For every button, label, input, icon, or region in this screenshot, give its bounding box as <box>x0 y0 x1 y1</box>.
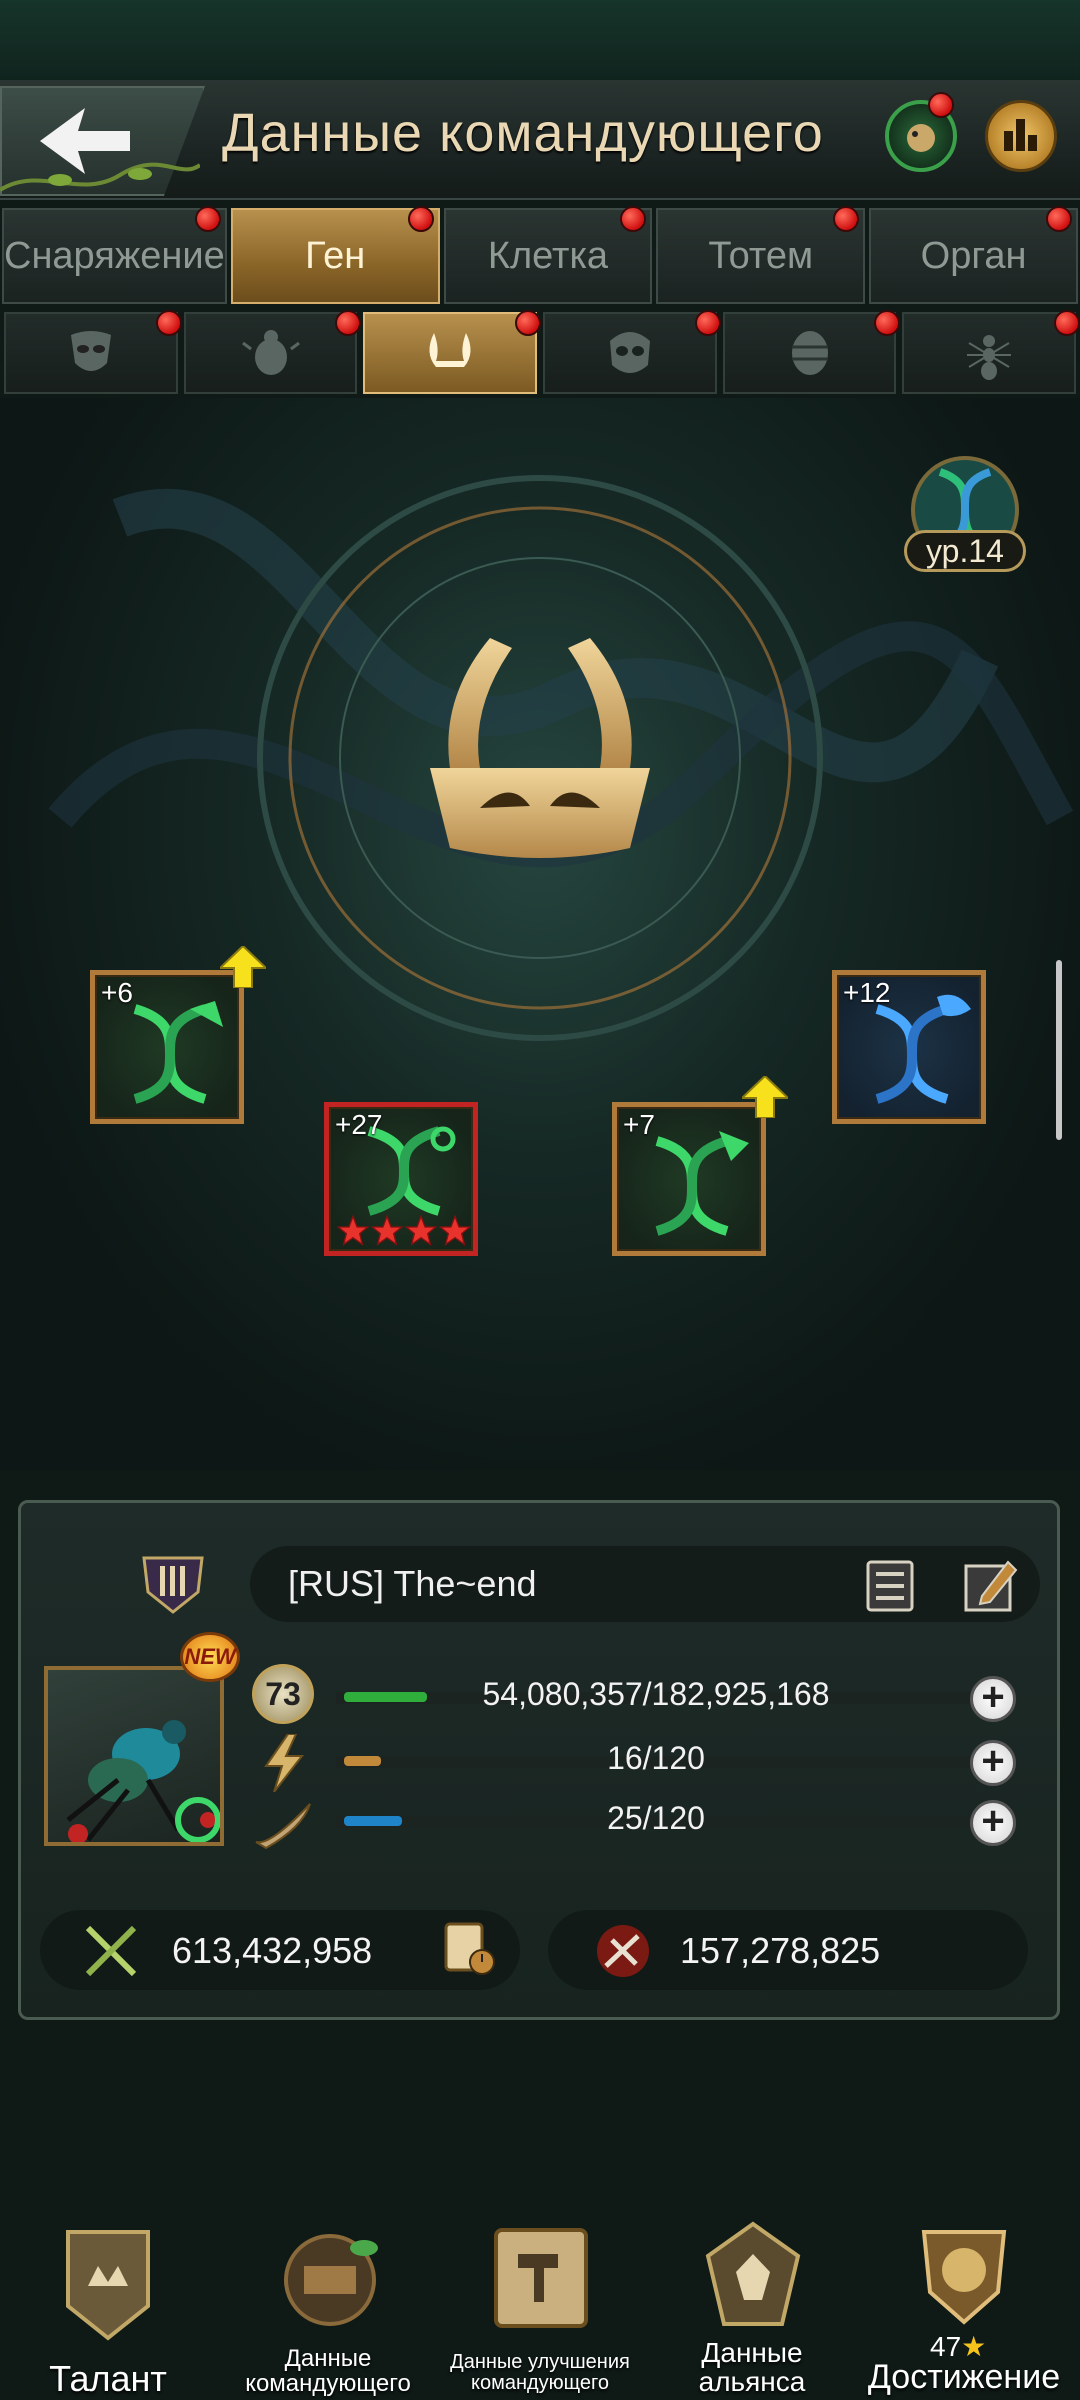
subtab-mandible[interactable] <box>363 310 542 394</box>
nav-upgrade-data[interactable]: Данные улучшения командующего <box>440 2220 640 2400</box>
alert-dot <box>155 310 182 336</box>
alert-dot <box>694 310 721 336</box>
page-title: Данные командующего <box>222 103 824 163</box>
stamina-text: 25/120 <box>607 1800 705 1836</box>
nav-talent[interactable]: Талант <box>8 2220 208 2400</box>
mandible-icon <box>429 333 471 367</box>
stamina-bar: 25/120 <box>336 1800 976 1836</box>
tab-cell[interactable]: Клетка <box>443 206 653 304</box>
nav-label: Достижение <box>867 2358 1061 2396</box>
commander-avatar[interactable] <box>44 1666 224 1846</box>
power-value: 613,432,958 <box>172 1930 373 1971</box>
tab-totem[interactable]: Тотем <box>656 206 866 304</box>
talent-icon <box>66 2230 150 2341</box>
bottom-navigation: Талант Данные командующего Данные улучше… <box>0 2220 1080 2400</box>
gene-slot-4[interactable]: +12 <box>832 970 986 1124</box>
slot-bonus: +6 <box>101 977 133 1008</box>
subtab-ant[interactable] <box>902 310 1080 394</box>
vine-decoration <box>0 162 200 192</box>
main-tabs: Снаряжение Ген Клетка Тотем Орган <box>0 206 1080 304</box>
gene-slot-3[interactable]: +7 <box>612 1102 766 1256</box>
skull-mask-icon <box>609 332 650 373</box>
add-energy-button[interactable]: + <box>970 1740 1016 1786</box>
nav-label: Данные командующего <box>245 2345 411 2398</box>
subtab-cocoon[interactable] <box>722 310 901 394</box>
upgrade-data-icon <box>494 2228 588 2328</box>
tab-label: Ген <box>305 234 366 277</box>
exp-text: 54,080,357/182,925,168 <box>482 1676 830 1712</box>
slot-bonus: +12 <box>843 977 891 1008</box>
add-stamina-button[interactable]: + <box>970 1800 1016 1846</box>
alert-dot <box>1046 206 1072 232</box>
ant-icon <box>967 335 1012 380</box>
exp-bar: 54,080,357/182,925,168 <box>336 1676 976 1712</box>
achievement-icon <box>921 2230 1007 2325</box>
nav-achievement[interactable]: 47★ Достижение <box>864 2220 1064 2400</box>
alliance-data-icon <box>705 2221 801 2326</box>
star-icon <box>439 1215 471 1246</box>
horn-icon <box>255 1803 311 1850</box>
nav-commander-data[interactable]: Данные командующего <box>228 2220 428 2400</box>
tab-label: Снаряжение <box>4 234 225 277</box>
gene-slot-1[interactable]: +6 <box>90 970 244 1124</box>
energy-text: 16/120 <box>607 1740 705 1776</box>
cocoon-icon <box>791 331 828 375</box>
edit-icon[interactable] <box>960 1556 1020 1614</box>
star-icon <box>371 1215 403 1246</box>
subtab-mask[interactable] <box>4 310 182 394</box>
subtab-skull[interactable] <box>543 310 721 394</box>
nav-label: Данные альянса <box>698 2337 806 2398</box>
lightning-icon <box>264 1734 305 1792</box>
commander-data-icon <box>284 2234 378 2326</box>
crossed-swords-icon <box>85 1925 137 1977</box>
alert-dot <box>1054 310 1080 336</box>
beetle-icon <box>241 330 300 375</box>
tab-label: Орган <box>920 234 1027 277</box>
alert-dot <box>407 206 434 232</box>
rank-shield-icon <box>142 1556 204 1614</box>
scrollbar[interactable] <box>1056 960 1062 1140</box>
slot-bonus: +27 <box>335 1109 383 1140</box>
tab-organ[interactable]: Орган <box>869 206 1078 304</box>
gene-slot-2[interactable]: +27 <box>324 1102 478 1256</box>
status-area <box>0 0 1080 80</box>
gene-level-label[interactable]: ур.14 <box>904 530 1026 572</box>
tab-label: Тотем <box>708 234 814 277</box>
subtab-beetle[interactable] <box>183 310 362 394</box>
scroll-clock-icon[interactable] <box>436 1916 500 1980</box>
ranking-button[interactable] <box>985 100 1057 172</box>
alert-dot <box>620 206 647 232</box>
tab-equipment[interactable]: Снаряжение <box>2 206 227 304</box>
tab-gene[interactable]: Ген <box>230 206 440 304</box>
star-icon <box>337 1215 369 1246</box>
nav-alliance-data[interactable]: Данные альянса <box>652 2220 852 2400</box>
commander-level-badge: 73 <box>252 1664 314 1724</box>
energy-bar: 16/120 <box>336 1740 976 1776</box>
new-badge: NEW <box>180 1632 240 1682</box>
star-rating <box>337 1215 471 1247</box>
alert-dot <box>194 206 221 232</box>
commander-name: [RUS] The~end <box>288 1563 537 1604</box>
list-icon[interactable] <box>860 1556 920 1614</box>
alert-dot <box>928 92 954 118</box>
nav-label: Талант <box>49 2358 167 2399</box>
alert-dot <box>874 310 901 336</box>
tab-label: Клетка <box>487 234 609 277</box>
alert-dot <box>515 310 542 336</box>
star-icon <box>405 1215 437 1246</box>
upgrade-arrow-icon <box>742 1076 788 1118</box>
alert-dot <box>335 310 362 336</box>
insect-mask-icon <box>70 331 111 371</box>
upgrade-arrow-icon <box>220 946 266 988</box>
kills-value: 157,278,825 <box>680 1930 881 1971</box>
slot-bonus: +7 <box>623 1109 655 1140</box>
body-part-tabs <box>0 310 1080 394</box>
bar-chart-icon <box>1004 119 1037 151</box>
mandible-gene-icon <box>430 638 650 858</box>
nav-label: Данные улучшения командующего <box>450 2351 630 2394</box>
alert-dot <box>833 206 860 232</box>
insect-portrait-icon <box>66 1720 220 1842</box>
add-exp-button[interactable]: + <box>970 1676 1016 1722</box>
kills-icon <box>597 1925 649 1977</box>
